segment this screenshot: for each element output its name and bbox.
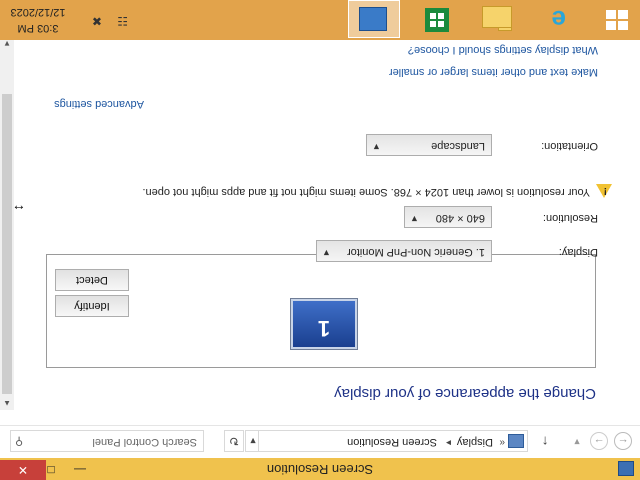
back-arrow-icon[interactable]: ←: [614, 432, 632, 450]
chevron-down-icon: ▼: [372, 142, 381, 152]
screen: Screen Resolution — □ ✕ ← → ▼ ↑ « Displa…: [0, 0, 640, 480]
control-panel-taskbar-button[interactable]: [348, 0, 400, 38]
monitor-number: 1: [317, 316, 331, 341]
internet-explorer-icon[interactable]: e: [540, 5, 570, 35]
breadcrumb-item-display[interactable]: Display: [457, 436, 493, 448]
mouse-cursor-icon: ↔: [12, 202, 26, 218]
network-icon[interactable]: ☷: [117, 14, 128, 28]
search-box[interactable]: Search Control Panel ⚲: [10, 430, 204, 452]
search-input[interactable]: Search Control Panel: [92, 436, 197, 448]
display-label: Display:: [558, 246, 598, 258]
monitor-preview-panel: 1 Identify Detect: [46, 254, 596, 368]
page-title: Change the appearance of your display: [334, 385, 596, 402]
control-panel-icon: [359, 7, 387, 31]
recent-locations-chevron-icon[interactable]: ▼: [568, 434, 586, 450]
orientation-value: Landscape: [431, 140, 485, 152]
taskbar: e ☷ ✖ 3:03 PM 12/12/2023: [0, 0, 640, 40]
up-arrow-icon[interactable]: ↑: [536, 434, 554, 450]
windows-logo-icon: [618, 21, 628, 30]
window-title: Screen Resolution: [266, 462, 374, 477]
help-link[interactable]: What display settings should I choose?: [408, 44, 598, 56]
minimize-button[interactable]: —: [66, 460, 94, 480]
clock-date[interactable]: 12/12/2023: [3, 6, 73, 18]
address-dropdown-icon[interactable]: ▼: [245, 430, 260, 452]
display-value: 1. Generic Non-PnP Monitor: [347, 246, 485, 258]
file-explorer-icon[interactable]: [482, 6, 514, 34]
monitor-1-icon[interactable]: 1: [291, 299, 357, 349]
resolution-value: 640 × 480: [435, 212, 485, 224]
forward-arrow-icon[interactable]: →: [590, 432, 608, 450]
scroll-up-icon[interactable]: ▲: [0, 396, 14, 410]
clock-time[interactable]: 3:03 PM: [3, 22, 73, 34]
refresh-icon[interactable]: ↻: [224, 430, 244, 452]
windows-logo-icon: [606, 21, 616, 30]
text-size-link[interactable]: Make text and other items larger or smal…: [389, 66, 598, 78]
breadcrumb-item-screen-resolution[interactable]: Screen Resolution: [347, 436, 437, 448]
orientation-select[interactable]: Landscape ▼: [366, 134, 492, 156]
volume-muted-icon[interactable]: ✖: [92, 14, 102, 28]
resolution-warning: Your resolution is lower than 1024 × 768…: [142, 186, 590, 198]
display-select[interactable]: 1. Generic Non-PnP Monitor ▼: [316, 240, 492, 262]
title-bar: Screen Resolution — □ ✕: [0, 458, 640, 480]
chevron-down-icon: ▼: [410, 214, 419, 224]
address-bar: ← → ▼ ↑ « Display ▸ Screen Resolution ▼ …: [0, 425, 640, 458]
scroll-thumb[interactable]: [2, 94, 12, 394]
warning-icon-mark: !: [603, 185, 607, 196]
breadcrumb-separator[interactable]: ▸: [446, 437, 451, 448]
resolution-select[interactable]: 640 × 480 ▼: [404, 206, 492, 228]
close-button[interactable]: ✕: [0, 460, 46, 480]
advanced-settings-link[interactable]: Advanced settings: [54, 98, 144, 110]
display-icon: [508, 434, 524, 448]
identify-button[interactable]: Identify: [55, 295, 129, 317]
windows-logo-icon: [618, 10, 628, 19]
detect-button[interactable]: Detect: [55, 269, 129, 291]
breadcrumb[interactable]: « Display ▸ Screen Resolution: [258, 430, 528, 452]
store-icon[interactable]: [422, 6, 452, 34]
chevron-down-icon: ▼: [322, 248, 331, 258]
orientation-label: Orientation:: [541, 140, 598, 152]
vertical-scrollbar[interactable]: ▲ ▼: [0, 36, 14, 410]
search-icon[interactable]: ⚲: [15, 435, 23, 448]
windows-logo-icon: [606, 10, 616, 19]
breadcrumb-overflow[interactable]: «: [499, 437, 505, 448]
resolution-label: Resolution:: [542, 212, 598, 224]
start-button[interactable]: [606, 10, 628, 30]
